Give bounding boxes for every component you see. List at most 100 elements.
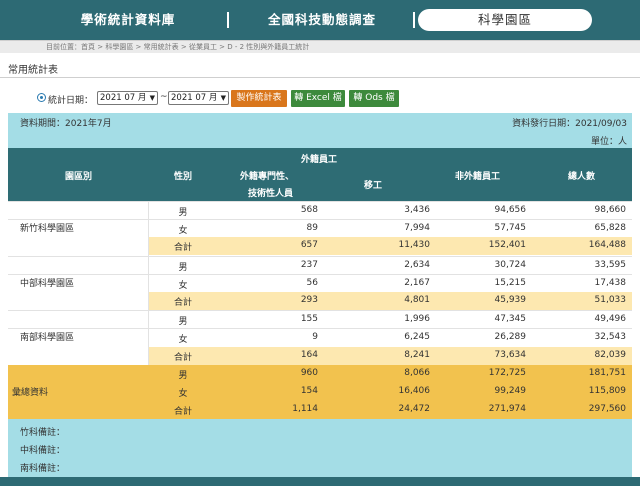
radio-dot-icon — [37, 93, 46, 102]
header-foreign-group: 外籍員工 — [301, 155, 338, 165]
total-cell: 33,595 — [594, 259, 627, 270]
foreign-pro-cell: 237 — [300, 259, 318, 270]
unit-label: 單位：人 — [590, 137, 627, 147]
make-table-button[interactable]: 製作統計表 — [231, 90, 287, 107]
non-foreign-cell: 99,249 — [494, 386, 527, 396]
header-non-foreign: 非外籍員工 — [455, 172, 501, 182]
migrant-cell: 2,634 — [404, 259, 430, 270]
foreign-pro-cell: 56 — [306, 277, 318, 288]
non-foreign-cell: 15,215 — [494, 277, 527, 288]
total-cell: 297,560 — [588, 404, 626, 415]
remark-hsinchu: 竹科備註： — [20, 428, 66, 438]
gender-cell: 男 — [178, 370, 188, 381]
nav-separator — [413, 12, 415, 28]
migrant-cell: 6,245 — [404, 332, 430, 343]
gender-cell: 男 — [178, 262, 188, 273]
migrant-cell: 3,436 — [404, 205, 430, 215]
total-cell: 98,660 — [594, 205, 627, 215]
table-header: 園區別 性別 外籍員工 外籍專門性、 技術性人員 移工 非外籍員工 總人數 — [8, 148, 632, 201]
nav-separator — [227, 12, 229, 28]
gender-cell: 女 — [178, 226, 188, 237]
title-divider — [0, 77, 640, 78]
export-ods-button[interactable]: 轉 Ods 檔 — [349, 90, 399, 107]
publish-date: 資料發行日期：2021/09/03 — [512, 119, 627, 129]
migrant-cell: 7,994 — [404, 223, 430, 234]
total-cell: 51,033 — [594, 295, 627, 305]
nav-tab-national-survey[interactable]: 全國科技動態調查 — [234, 9, 410, 31]
header-park: 園區別 — [65, 172, 93, 182]
header-total: 總人數 — [568, 172, 596, 182]
gender-cell: 合計 — [173, 298, 192, 308]
park-name: 中部科學園區 — [20, 278, 75, 289]
breadcrumb-text[interactable]: 目前位置：首頁 > 科學園區 > 常用統計表 > 從業員工 > D - 2 性別… — [46, 42, 309, 52]
foreign-pro-cell: 960 — [300, 367, 318, 378]
foreign-pro-cell: 89 — [306, 223, 318, 234]
gender-cell: 男 — [178, 317, 188, 328]
export-excel-button[interactable]: 轉 Excel 檔 — [291, 90, 345, 107]
migrant-cell: 8,241 — [404, 349, 430, 360]
non-foreign-cell: 73,634 — [494, 349, 527, 360]
chevron-down-icon: ▼ — [149, 94, 155, 102]
foreign-pro-cell: 154 — [300, 386, 318, 396]
gender-cell: 女 — [178, 335, 188, 346]
gender-cell: 女 — [178, 280, 188, 291]
nav-tab-science-park[interactable]: 科學園區 — [418, 9, 592, 31]
top-navigation: 學術統計資料庫 全國科技動態調查 科學園區 — [0, 0, 640, 40]
total-cell: 181,751 — [588, 367, 626, 378]
park-group-label: 中部科學園區 — [8, 256, 148, 311]
data-period: 資料期間：2021年7月 — [20, 119, 112, 129]
foreign-pro-cell: 164 — [300, 349, 318, 360]
foreign-pro-cell: 1,114 — [292, 404, 318, 415]
gender-cell: 合計 — [173, 407, 192, 418]
range-separator: ~ — [160, 92, 168, 102]
start-month-value: 2021 07 月 — [100, 93, 147, 103]
gender-cell: 男 — [178, 208, 188, 218]
migrant-cell: 2,167 — [404, 277, 430, 288]
non-foreign-cell: 152,401 — [488, 240, 526, 251]
page-title: 常用統計表 — [8, 65, 58, 76]
filter-bar: 統計日期： 2021 07 月 ▼ ~ 2021 07 月 ▼ 製作統計表 轉 … — [0, 90, 640, 108]
gender-cell: 女 — [178, 389, 188, 399]
park-name: 新竹科學園區 — [20, 224, 75, 234]
foreign-pro-cell: 568 — [300, 205, 318, 215]
migrant-cell: 16,406 — [398, 386, 431, 396]
table-row: 合計 293 4,801 45,939 51,033 — [148, 292, 632, 310]
info-band: 資料期間：2021年7月 資料發行日期：2021/09/03 單位：人 — [8, 113, 632, 148]
total-cell: 65,828 — [594, 223, 627, 234]
migrant-cell: 11,430 — [398, 240, 431, 251]
non-foreign-cell: 172,725 — [488, 367, 526, 378]
breadcrumb: 目前位置：首頁 > 科學園區 > 常用統計表 > 從業員工 > D - 2 性別… — [0, 40, 640, 53]
nav-tab-academic-database[interactable]: 學術統計資料庫 — [36, 9, 220, 31]
park-group-label: 新竹科學園區 — [8, 201, 148, 256]
park-group-label: 南部科學園區 — [8, 310, 148, 365]
total-cell: 82,039 — [594, 349, 627, 360]
end-month-value: 2021 07 月 — [171, 93, 218, 103]
header-gender: 性別 — [174, 172, 193, 182]
non-foreign-cell: 47,345 — [494, 314, 527, 325]
remark-southern: 南科備註： — [20, 464, 66, 474]
remark-central: 中科備註： — [20, 446, 66, 456]
header-foreign-pro-line1: 外籍專門性、 — [240, 172, 295, 182]
non-foreign-cell: 271,974 — [488, 404, 526, 415]
table-row: 合計 657 11,430 152,401 164,488 — [148, 237, 632, 256]
park-name: 彙總資料 — [12, 387, 49, 398]
non-foreign-cell: 57,745 — [494, 223, 527, 234]
foreign-pro-cell: 293 — [300, 295, 318, 305]
total-cell: 17,438 — [594, 277, 627, 288]
start-month-select[interactable]: 2021 07 月 ▼ — [97, 91, 158, 105]
end-month-select[interactable]: 2021 07 月 ▼ — [168, 91, 229, 105]
migrant-cell: 1,996 — [404, 314, 430, 325]
chevron-down-icon: ▼ — [220, 94, 226, 102]
foreign-pro-cell: 155 — [300, 314, 318, 325]
header-migrant: 移工 — [364, 181, 383, 191]
remarks-panel: 竹科備註： 中科備註： 南科備註： — [8, 419, 632, 477]
foreign-pro-cell: 9 — [312, 332, 318, 343]
total-cell: 49,496 — [594, 314, 627, 325]
non-foreign-cell: 26,289 — [494, 332, 527, 343]
header-foreign-pro-line2: 技術性人員 — [248, 189, 294, 199]
foreign-pro-cell: 657 — [300, 240, 318, 251]
non-foreign-cell: 45,939 — [494, 295, 527, 305]
gender-cell: 合計 — [173, 352, 192, 363]
non-foreign-cell: 30,724 — [494, 259, 527, 270]
total-cell: 115,809 — [588, 386, 626, 396]
